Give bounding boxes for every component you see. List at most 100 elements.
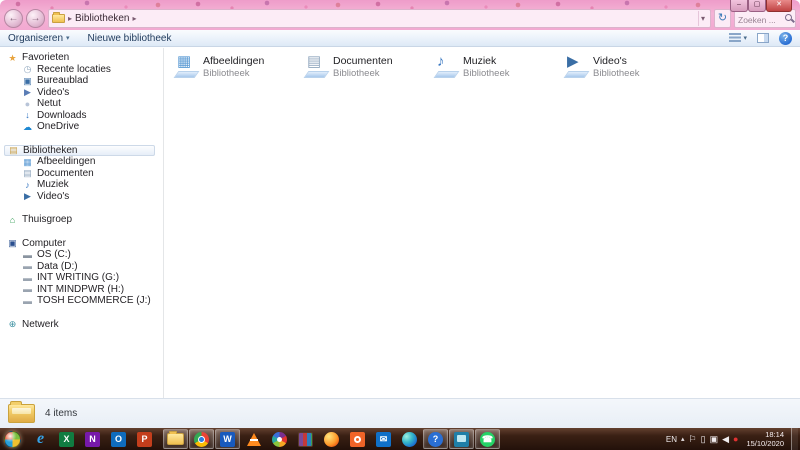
taskbar-capture-icon[interactable] xyxy=(345,429,370,449)
taskbar-help-icon[interactable]: ? xyxy=(423,429,448,449)
taskbar-chrome-icon[interactable] xyxy=(189,429,214,449)
sidebar-item-bureaublad[interactable]: ▣Bureaublad xyxy=(4,75,163,87)
new-library-button[interactable]: Nieuwe bibliotheek xyxy=(88,33,172,44)
taskbar-powerpoint-icon[interactable]: P xyxy=(132,429,157,449)
music-library-icon: ♪ xyxy=(22,180,33,190)
sidebar-item-thuisgroep[interactable]: ⌂Thuisgroep xyxy=(4,214,163,226)
sidebar-item-label: Afbeeldingen xyxy=(37,156,95,167)
sidebar-item-afbeeldingen[interactable]: ▦Afbeeldingen xyxy=(4,156,163,168)
file-item-type: Bibliotheek xyxy=(463,68,509,79)
show-desktop-button[interactable] xyxy=(791,428,798,450)
address-dropdown-button[interactable]: ▾ xyxy=(698,11,707,26)
sidebar-item-documenten[interactable]: ▤Documenten xyxy=(4,168,163,180)
file-item-name: Video's xyxy=(593,55,639,68)
clock-date: 15/10/2020 xyxy=(746,439,784,448)
close-button[interactable]: ✕ xyxy=(766,0,792,12)
item-count: 4 items xyxy=(45,408,77,419)
sidebar-item-label: Favorieten xyxy=(22,52,69,63)
taskbar-mail-icon[interactable]: ✉ xyxy=(371,429,396,449)
file-item-afbeeldingen[interactable]: ▦AfbeeldingenBibliotheek xyxy=(172,53,302,83)
new-library-label: Nieuwe bibliotheek xyxy=(88,33,172,44)
system-tray: EN ▴ ⚐ ▯ ▣◀ ● 18:14 15/10/2020 xyxy=(666,428,800,450)
sidebar-section: ▤Bibliotheken▦Afbeeldingen▤Documenten♪ Mu… xyxy=(4,145,163,203)
sidebar-item-label: Bibliotheken xyxy=(23,145,77,156)
sidebar-item-label: Computer xyxy=(22,238,66,249)
command-bar: Organiseren ▾ Nieuwe bibliotheek ▾ ? xyxy=(0,30,800,47)
back-button[interactable]: ← xyxy=(4,9,23,28)
sidebar-item-netut[interactable]: ●Netut xyxy=(4,98,163,110)
desktop-icon: ▣ xyxy=(22,76,33,86)
file-item-name: Afbeeldingen xyxy=(203,55,264,68)
flag-icon[interactable]: ⚐ xyxy=(689,435,697,444)
sidebar-item-label: Data (D:) xyxy=(37,261,78,272)
preview-pane-button[interactable] xyxy=(757,33,769,43)
sidebar-item-bibliotheken[interactable]: ▤Bibliotheken xyxy=(4,145,155,157)
sidebar-item-label: Downloads xyxy=(37,110,86,121)
file-item-documenten[interactable]: ▤DocumentenBibliotheek xyxy=(302,53,432,83)
taskbar-winrar-icon[interactable] xyxy=(293,429,318,449)
explorer-window: – ▢ ✕ ← → ▸ Bibliotheken ▸ ▾ ↻ Organiser xyxy=(0,0,800,428)
file-list[interactable]: ▦AfbeeldingenBibliotheek▤DocumentenBibli… xyxy=(164,48,800,398)
network-icon[interactable]: ▣ xyxy=(710,435,719,444)
sidebar-item-label: Recente locaties xyxy=(37,64,111,75)
language-indicator[interactable]: EN xyxy=(666,435,677,444)
clock-time: 18:14 xyxy=(746,430,784,439)
caret-down-icon: ▾ xyxy=(743,34,747,42)
sidebar-item-favorieten[interactable]: ★ Favorieten xyxy=(4,52,163,64)
sidebar-item-video-s[interactable]: ▶Video's xyxy=(4,87,163,99)
file-item-type: Bibliotheek xyxy=(333,68,393,79)
taskbar-explorer-icon[interactable] xyxy=(163,429,188,449)
file-item-video-s[interactable]: ▶Video'sBibliotheek xyxy=(562,53,692,83)
taskbar-edge-icon[interactable] xyxy=(397,429,422,449)
organize-button[interactable]: Organiseren ▾ xyxy=(8,33,70,44)
taskbar-vlc-icon[interactable] xyxy=(241,429,266,449)
forward-button[interactable]: → xyxy=(26,9,45,28)
taskbar-outlook-icon[interactable]: O xyxy=(106,429,131,449)
taskbar-picasa-icon[interactable] xyxy=(267,429,292,449)
caret-up-icon[interactable]: ▴ xyxy=(681,435,685,443)
minimize-button[interactable]: – xyxy=(730,0,748,12)
sidebar-item-netwerk[interactable]: ⊕Netwerk xyxy=(4,319,163,331)
sidebar-item-int-writing-g[interactable]: ▬INT WRITING (G:) xyxy=(4,272,163,284)
sidebar-item-label: OneDrive xyxy=(37,121,79,132)
taskbar-excel-icon[interactable]: X xyxy=(54,429,79,449)
sidebar-item-recente-locaties[interactable]: ◷ Recente locaties xyxy=(4,64,163,76)
window-content: ★Favorieten◷Recente locaties▣Bureaublad▶… xyxy=(0,48,800,398)
chevron-icon: ▸ xyxy=(133,14,137,23)
sidebar-item-computer[interactable]: ▣Computer xyxy=(4,238,163,250)
maximize-button[interactable]: ▢ xyxy=(748,0,766,12)
taskbar-whatsapp-icon[interactable]: ☎ xyxy=(475,429,500,449)
volume-icon[interactable]: ◀ xyxy=(722,435,729,444)
sidebar-item-muziek[interactable]: ♪ Muziek xyxy=(4,179,163,191)
refresh-button[interactable]: ↻ xyxy=(714,9,731,28)
taskbar-firefox-icon[interactable] xyxy=(319,429,344,449)
recent-icon: ◷ xyxy=(22,64,33,74)
sidebar-item-int-mindpwr-h[interactable]: ▬INT MINDPWR (H:) xyxy=(4,284,163,296)
status-red-icon[interactable]: ● xyxy=(733,435,738,444)
sidebar-item-downloads[interactable]: ↓Downloads xyxy=(4,110,163,122)
sidebar-item-label: Muziek xyxy=(37,179,69,190)
breadcrumb[interactable]: Bibliotheken xyxy=(75,13,129,24)
sidebar-item-onedrive[interactable]: ☁OneDrive xyxy=(4,121,163,133)
battery-icon[interactable]: ▯ xyxy=(701,435,706,444)
navigation-bar: ← → ▸ Bibliotheken ▸ ▾ ↻ xyxy=(4,8,796,28)
taskbar-remote-icon[interactable] xyxy=(449,429,474,449)
minimize-icon: – xyxy=(737,1,741,8)
sidebar-item-data-d[interactable]: ▬Data (D:) xyxy=(4,261,163,273)
sidebar-item-os-c[interactable]: ▬OS (C:) xyxy=(4,249,163,261)
taskbar-onenote-icon[interactable]: N xyxy=(80,429,105,449)
file-item-muziek[interactable]: ♪MuziekBibliotheek xyxy=(432,53,562,83)
sidebar-item-video-s[interactable]: ▶Video's xyxy=(4,191,163,203)
sidebar-item-tosh-ecommerce-j[interactable]: ▬TOSH ECOMMERCE (J:) xyxy=(4,295,163,307)
change-view-button[interactable]: ▾ xyxy=(729,33,747,43)
file-item-name: Documenten xyxy=(333,55,393,68)
start-button[interactable] xyxy=(4,431,21,448)
clock[interactable]: 18:14 15/10/2020 xyxy=(746,430,784,449)
address-bar[interactable]: ▸ Bibliotheken ▸ ▾ xyxy=(48,9,711,28)
star-icon: ★ xyxy=(7,53,18,63)
file-item-name: Muziek xyxy=(463,55,509,68)
help-button[interactable]: ? xyxy=(779,32,792,45)
taskbar-internet-explorer-icon[interactable]: e xyxy=(28,429,53,449)
navigation-pane: ★Favorieten◷Recente locaties▣Bureaublad▶… xyxy=(0,48,164,398)
taskbar-word-icon[interactable]: W xyxy=(215,429,240,449)
